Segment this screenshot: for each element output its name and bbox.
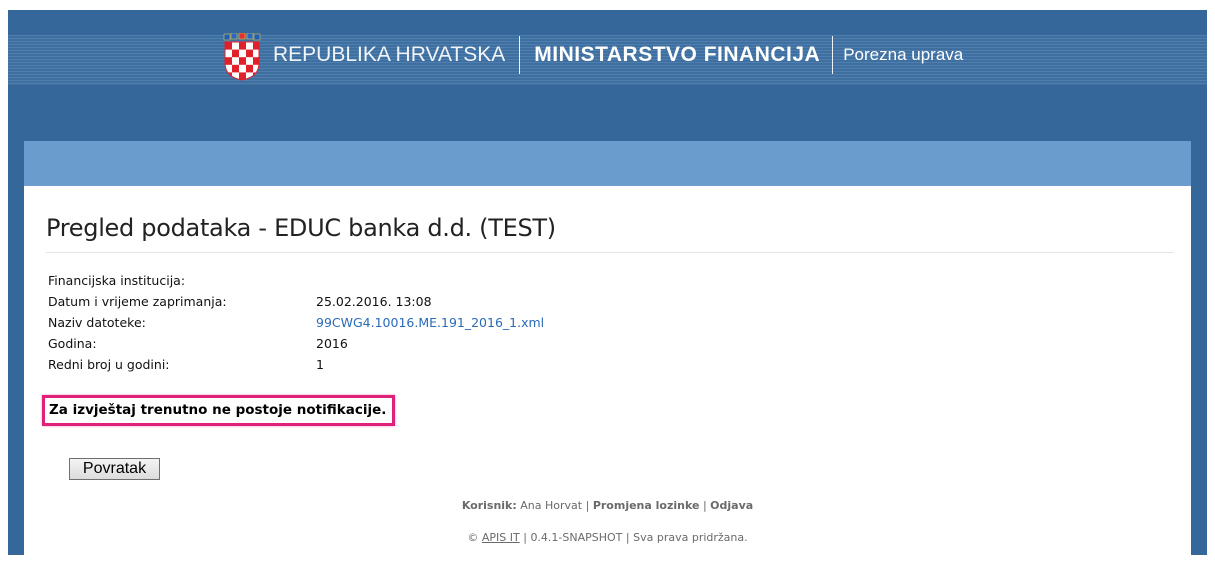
republic-label: REPUBLIKA HRVATSKA xyxy=(273,43,506,66)
brand-divider xyxy=(519,36,521,74)
agency-label: Porezna uprava xyxy=(843,45,964,64)
page-frame: REPUBLIKA HRVATSKA MINISTARSTVO FINANCIJ… xyxy=(8,10,1207,555)
user-footer: Korisnik: Ana Horvat | Promjena lozinke … xyxy=(24,499,1191,512)
brand-banner: REPUBLIKA HRVATSKA MINISTARSTVO FINANCIJ… xyxy=(221,20,963,90)
detail-row: Financijska institucija: xyxy=(48,270,544,291)
rights-label: Sva prava pridržana. xyxy=(633,531,748,544)
company-link[interactable]: APIS IT xyxy=(482,531,520,544)
footer-separator: | xyxy=(523,531,527,544)
copyright-footer: © APIS IT | 0.4.1-SNAPSHOT | Sva prava p… xyxy=(24,531,1191,544)
content-header-bar xyxy=(24,141,1191,186)
detail-label: Godina: xyxy=(48,336,97,351)
footer-separator: | xyxy=(585,499,590,512)
footer-separator: | xyxy=(625,531,630,544)
detail-row: Datum i vrijeme zaprimanja: 25.02.2016. … xyxy=(48,291,544,312)
back-button[interactable]: Povratak xyxy=(69,458,160,480)
version-label: 0.4.1-SNAPSHOT xyxy=(530,531,623,544)
coat-of-arms-icon xyxy=(223,33,261,81)
brand-divider xyxy=(832,36,834,74)
detail-label: Naziv datoteke: xyxy=(48,315,146,330)
notification-message: Za izvještaj trenutno ne postoje notifik… xyxy=(42,395,396,426)
detail-label: Datum i vrijeme zaprimanja: xyxy=(48,294,227,309)
detail-label: Redni broj u godini: xyxy=(48,357,170,372)
ministry-label: MINISTARSTVO FINANCIJA xyxy=(534,43,821,66)
page-title: Pregled podataka - EDUC banka d.d. (TEST… xyxy=(46,214,556,242)
copyright-symbol: © xyxy=(467,531,479,544)
user-name: Ana Horvat xyxy=(520,499,583,512)
footer-separator: | xyxy=(702,499,707,512)
detail-row: Redni broj u godini: 1 xyxy=(48,354,544,375)
change-password-link[interactable]: Promjena lozinke xyxy=(593,499,700,512)
detail-row: Godina: 2016 xyxy=(48,333,544,354)
detail-label: Financijska institucija: xyxy=(48,273,186,288)
main-content: Pregled podataka - EDUC banka d.d. (TEST… xyxy=(24,186,1191,555)
detail-row: Naziv datoteke: 99CWG4.10016.ME.191_2016… xyxy=(48,312,544,333)
detail-value: 1 xyxy=(316,357,324,372)
details-list: Financijska institucija: Datum i vrijeme… xyxy=(48,270,544,375)
title-divider xyxy=(46,252,1174,253)
detail-value: 25.02.2016. 13:08 xyxy=(316,294,432,309)
logout-link[interactable]: Odjava xyxy=(710,499,753,512)
user-label: Korisnik: xyxy=(461,499,517,512)
file-name-link[interactable]: 99CWG4.10016.ME.191_2016_1.xml xyxy=(316,315,544,330)
detail-value: 2016 xyxy=(316,336,348,351)
